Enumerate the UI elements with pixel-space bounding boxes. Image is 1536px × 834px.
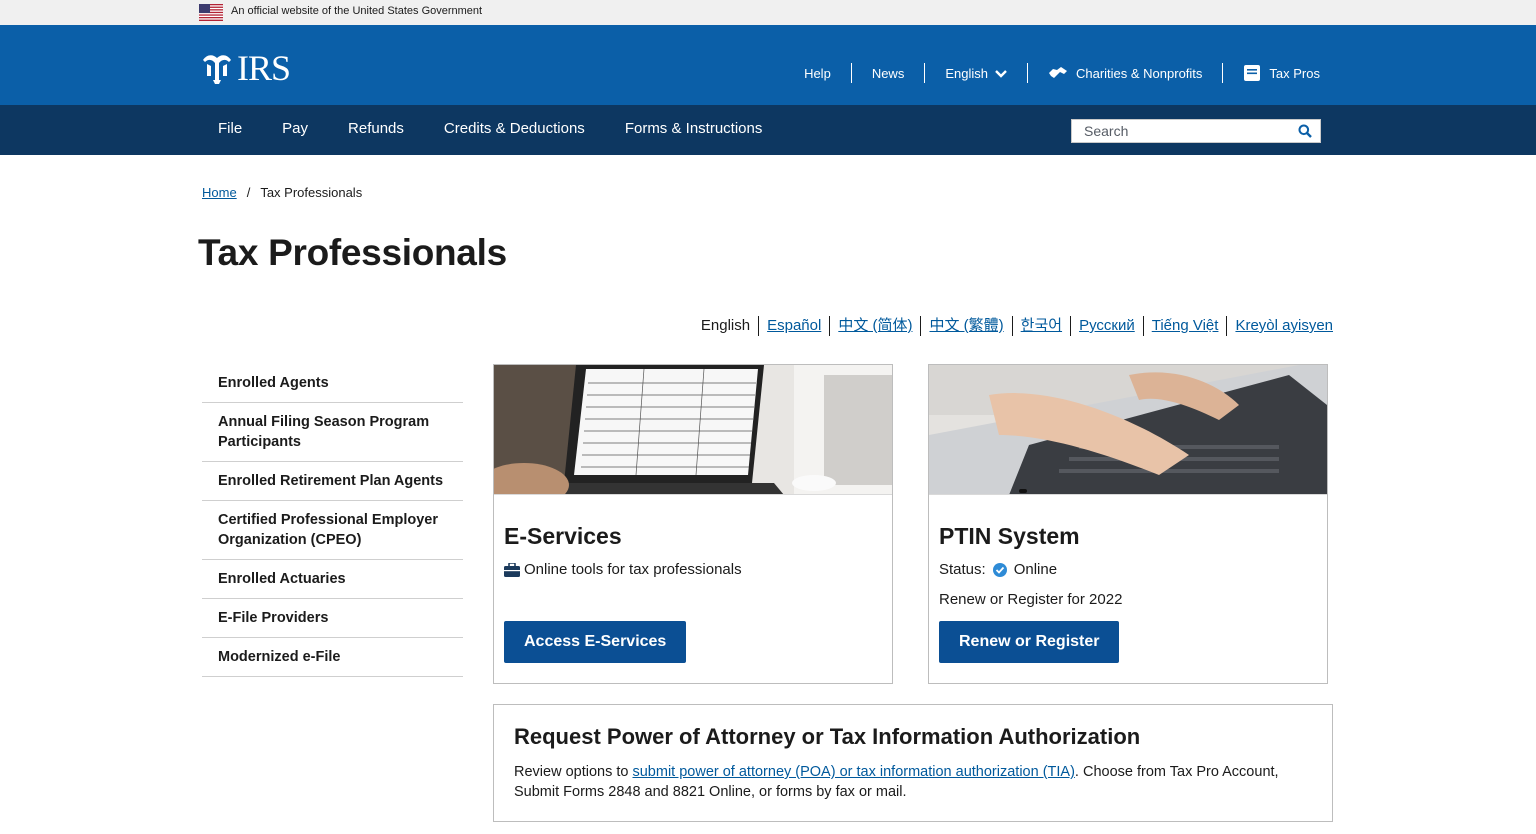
utility-nav: Help News English Charities & Nonprofits… <box>804 62 1320 84</box>
chevron-down-icon <box>995 69 1007 78</box>
ptin-status-value: Online <box>1013 561 1058 578</box>
nav-credits-deductions[interactable]: Credits & Deductions <box>424 105 605 155</box>
eagle-icon <box>203 55 231 84</box>
language-selector: English Español 中文 (简体) 中文 (繁體) 한국어 Русс… <box>693 316 1333 336</box>
eservices-card: E-Services Online tools for tax professi… <box>493 364 893 684</box>
tax-pros-link[interactable]: Tax Pros <box>1222 63 1320 83</box>
lang-vietnamese[interactable]: Tiếng Việt <box>1142 316 1227 336</box>
logo-text: IRS <box>237 48 291 88</box>
eservices-image <box>494 365 892 495</box>
main-nav: File Pay Refunds Credits & Deductions Fo… <box>0 105 1536 155</box>
search-icon[interactable] <box>1298 124 1312 138</box>
check-circle-icon <box>992 562 1007 577</box>
sidebar-nav: Enrolled Agents Annual Filing Season Pro… <box>202 364 463 677</box>
lang-russian[interactable]: Русский <box>1070 316 1143 336</box>
main-nav-items: File Pay Refunds Credits & Deductions Fo… <box>198 105 782 155</box>
book-icon <box>1244 65 1261 81</box>
us-flag-icon <box>199 4 223 21</box>
sidebar-item-enrolled-agents[interactable]: Enrolled Agents <box>202 364 463 403</box>
gov-banner: An official website of the United States… <box>0 0 1536 25</box>
sidebar-item-efile-providers[interactable]: E-File Providers <box>202 599 463 638</box>
page-title: Tax Professionals <box>198 232 507 273</box>
nav-file[interactable]: File <box>198 105 262 155</box>
ptin-renew-label: Renew or Register for 2022 <box>939 591 1123 608</box>
poa-card: Request Power of Attorney or Tax Informa… <box>493 704 1333 822</box>
ptin-status-label: Status: <box>939 561 986 578</box>
poa-tia-link[interactable]: submit power of attorney (POA) or tax in… <box>632 764 1074 780</box>
eservices-title: E-Services <box>504 523 622 549</box>
sidebar-item-afsp-participants[interactable]: Annual Filing Season Program Participant… <box>202 403 463 462</box>
tax-pros-label: Tax Pros <box>1269 65 1320 81</box>
sidebar-item-retirement-plan-agents[interactable]: Enrolled Retirement Plan Agents <box>202 462 463 501</box>
charities-label: Charities & Nonprofits <box>1075 65 1203 81</box>
ptin-title: PTIN System <box>939 523 1080 549</box>
lang-chinese-simplified[interactable]: 中文 (简体) <box>829 316 920 336</box>
irs-logo[interactable]: IRS <box>199 48 291 88</box>
sidebar-item-modernized-efile[interactable]: Modernized e-File <box>202 638 463 677</box>
eservices-description-row: Online tools for tax professionals <box>504 561 742 578</box>
language-dropdown[interactable]: English <box>924 63 1027 83</box>
lang-chinese-traditional[interactable]: 中文 (繁體) <box>920 316 1011 336</box>
renew-register-button[interactable]: Renew or Register <box>939 621 1120 663</box>
ptin-card: PTIN System Status: Online Renew or Regi… <box>928 364 1328 684</box>
site-header: IRS Help News English Charities & Nonpro… <box>0 25 1536 105</box>
lang-korean[interactable]: 한국어 <box>1011 316 1070 336</box>
nav-forms-instructions[interactable]: Forms & Instructions <box>605 105 783 155</box>
charities-link[interactable]: Charities & Nonprofits <box>1026 63 1222 83</box>
news-link[interactable]: News <box>850 63 925 83</box>
briefcase-icon <box>504 562 520 577</box>
search-box <box>1071 119 1321 143</box>
ptin-renew-text: Renew or Register for 2022 <box>939 591 1122 608</box>
lang-spanish[interactable]: Español <box>758 316 829 336</box>
language-label: English <box>945 65 988 81</box>
poa-description: Review options to submit power of attorn… <box>514 762 1314 802</box>
poa-title: Request Power of Attorney or Tax Informa… <box>514 724 1141 749</box>
ptin-image <box>929 365 1327 495</box>
breadcrumb: Home / Tax Professionals <box>202 185 362 200</box>
eservices-description: Online tools for tax professionals <box>524 561 742 578</box>
lang-haitian-creole[interactable]: Kreyòl ayisyen <box>1226 316 1333 336</box>
access-eservices-button[interactable]: Access E-Services <box>504 621 687 663</box>
help-link[interactable]: Help <box>804 63 851 83</box>
breadcrumb-separator: / <box>246 185 251 200</box>
lang-english: English <box>700 317 751 334</box>
gov-banner-text: An official website of the United States… <box>231 5 483 17</box>
handshake-icon <box>1048 67 1067 78</box>
laptop-tax-form-image <box>494 365 892 494</box>
ptin-status-row: Status: Online <box>939 561 1057 578</box>
nav-pay[interactable]: Pay <box>262 105 328 155</box>
nav-refunds[interactable]: Refunds <box>328 105 424 155</box>
sidebar-item-enrolled-actuaries[interactable]: Enrolled Actuaries <box>202 560 463 599</box>
poa-text-before: Review options to <box>514 764 633 780</box>
hands-typing-image <box>929 365 1327 494</box>
search-input[interactable] <box>1072 120 1282 142</box>
sidebar-item-cpeo[interactable]: Certified Professional Employer Organiza… <box>202 501 463 560</box>
breadcrumb-home-link[interactable]: Home <box>202 185 237 200</box>
breadcrumb-current: Tax Professionals <box>260 185 363 200</box>
